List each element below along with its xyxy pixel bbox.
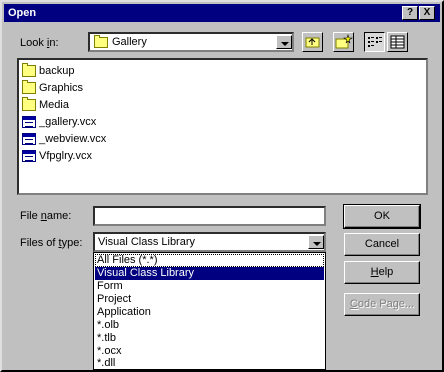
new-folder-icon — [335, 34, 353, 49]
file-name: backup — [39, 65, 75, 77]
look-in-label: Look in: — [20, 37, 59, 49]
folder-icon — [22, 80, 36, 94]
help-button[interactable]: Help — [344, 261, 420, 284]
dropdown-option[interactable]: *.dll — [95, 357, 324, 370]
vcx-file-icon — [22, 133, 36, 145]
file-name-field[interactable] — [93, 206, 326, 226]
dropdown-option[interactable]: Form — [95, 280, 324, 293]
dropdown-option-selected[interactable]: Visual Class Library — [95, 267, 324, 280]
look-in-dropdown-button[interactable] — [276, 35, 292, 49]
ok-button[interactable]: OK — [343, 204, 421, 229]
file-list[interactable]: backup Graphics Media _gallery.vcx _webv… — [17, 58, 428, 195]
dropdown-option[interactable]: *.olb — [95, 319, 324, 332]
files-of-type-label: Files of type: — [20, 237, 83, 249]
file-name: _gallery.vcx — [39, 116, 97, 128]
list-view-icon — [368, 37, 382, 47]
code-page-label: ode Page... — [357, 298, 415, 310]
list-view-button[interactable] — [364, 32, 385, 52]
vcx-file-icon — [22, 116, 36, 128]
up-one-level-icon — [305, 37, 320, 48]
look-in-combo[interactable]: Gallery — [88, 32, 294, 52]
code-page-button[interactable]: Code Page... — [344, 293, 420, 316]
file-name: _webview.vcx — [39, 133, 107, 145]
look-in-value: Gallery — [112, 36, 147, 48]
help-title-button[interactable]: ? — [402, 6, 418, 20]
cancel-button[interactable]: Cancel — [344, 233, 420, 256]
help-button-label: elp — [378, 266, 394, 278]
folder-icon — [94, 35, 108, 48]
dropdown-option[interactable]: Project — [95, 293, 324, 306]
details-view-icon — [390, 35, 405, 49]
files-of-type-value: Visual Class Library — [98, 236, 196, 248]
new-folder-button[interactable] — [333, 32, 354, 52]
dropdown-option[interactable]: All Files (*.*) — [95, 254, 324, 267]
file-name-label: File name: — [20, 210, 72, 222]
help-button-accel: H — [370, 266, 379, 278]
dropdown-option[interactable]: *.tlb — [95, 332, 324, 345]
files-of-type-combo[interactable]: Visual Class Library — [93, 232, 326, 252]
files-of-type-dropdown-button[interactable] — [308, 235, 324, 249]
title-bar[interactable]: Open ? X — [4, 4, 440, 22]
details-view-button[interactable] — [387, 32, 408, 52]
vcx-file-icon — [22, 150, 36, 162]
dialog-title: Open — [8, 7, 37, 19]
close-title-button[interactable]: X — [419, 6, 435, 20]
up-one-level-button[interactable] — [302, 32, 323, 52]
chevron-down-icon — [281, 42, 289, 46]
file-name: Vfpglry.vcx — [39, 150, 92, 162]
code-page-accel: C — [349, 298, 358, 310]
file-name: Media — [39, 99, 69, 111]
folder-icon — [22, 63, 36, 77]
chevron-down-icon — [313, 242, 321, 246]
dropdown-option[interactable]: Application — [95, 306, 324, 319]
file-name: Graphics — [39, 82, 84, 94]
folder-icon — [22, 97, 36, 111]
open-dialog: Open ? X Look in: Gallery backup Graphic… — [0, 0, 444, 372]
files-of-type-dropdown-list[interactable]: All Files (*.*) Visual Class Library For… — [93, 252, 326, 370]
